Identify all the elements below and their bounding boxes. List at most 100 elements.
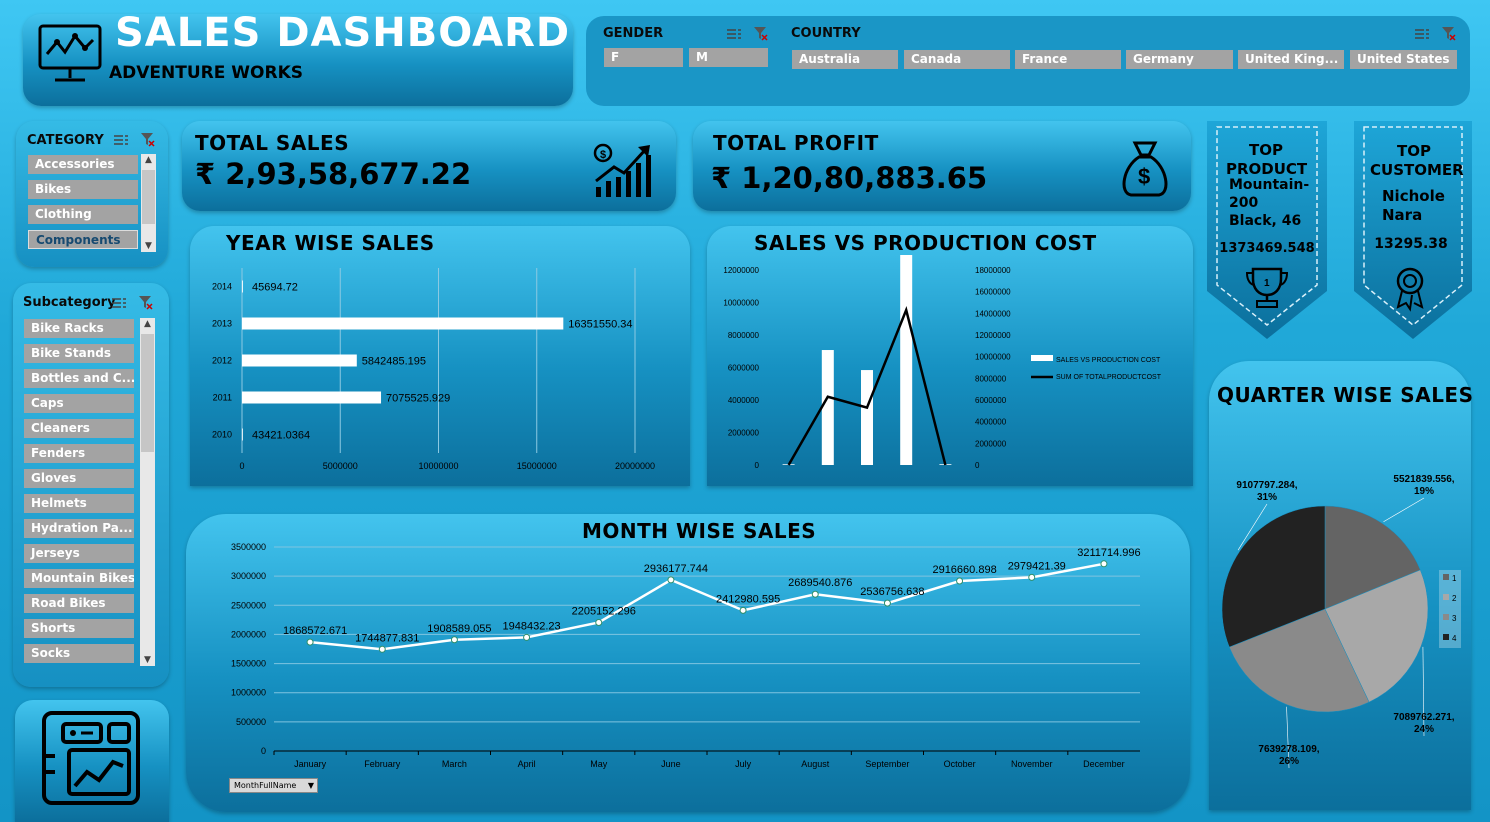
category-item-bikes[interactable]: Bikes: [28, 180, 138, 199]
subcategory-item[interactable]: Hydration Pa...: [24, 519, 134, 538]
country-chip-germany[interactable]: Germany: [1126, 50, 1233, 69]
subcategory-scrollbar[interactable]: ▲ ▼: [140, 318, 155, 666]
month-point: [883, 599, 891, 607]
subcategory-item[interactable]: Bike Stands: [24, 344, 134, 363]
y-left-tick-label: 4000000: [728, 396, 760, 405]
country-chip-united-kingdom[interactable]: United King...: [1238, 50, 1344, 69]
legend-swatch: [1443, 594, 1449, 600]
y-tick-label: 3500000: [231, 542, 266, 552]
category-slicer: CATEGORY Accessories Bikes Clothing Comp…: [16, 121, 168, 267]
y-tick-label: 2011: [213, 393, 232, 403]
country-chip-australia[interactable]: Australia: [792, 50, 898, 69]
country-chip-united-states[interactable]: United States: [1350, 50, 1457, 69]
x-tick-label: September: [865, 759, 909, 769]
quarter-sales-pie: 5521839.556,19% 7089762.271,24% 7639278.10…: [1221, 474, 1461, 769]
x-tick-label: February: [364, 759, 401, 769]
y-right-tick-label: 4000000: [975, 418, 1007, 427]
clear-filter-icon[interactable]: [754, 27, 768, 41]
scroll-down-icon[interactable]: ▼: [141, 241, 156, 251]
gender-chip-f[interactable]: F: [604, 48, 683, 67]
total-profit-card: TOTAL PROFIT ₹ 1,20,80,883.65 $: [693, 121, 1191, 211]
legend-swatch: [1443, 634, 1449, 640]
slice-label: 7089762.271,: [1393, 712, 1454, 723]
subcategory-item[interactable]: Road Bikes: [24, 594, 134, 613]
scroll-thumb[interactable]: [142, 170, 155, 224]
y-right-tick-label: 10000000: [975, 353, 1011, 362]
y-tick-label: 2010: [212, 430, 232, 440]
y-left-tick-label: 6000000: [728, 364, 760, 373]
y-tick-label: 2000000: [231, 629, 266, 639]
x-tick-label: 5000000: [323, 461, 358, 471]
data-label: 2536756.638: [860, 586, 924, 598]
y-left-tick-label: 12000000: [723, 266, 759, 275]
data-label: 7075525.929: [386, 393, 450, 405]
subcategory-item[interactable]: Cleaners: [24, 419, 134, 438]
y-right-tick-label: 2000000: [975, 439, 1007, 448]
y-left-tick-label: 0: [755, 461, 760, 470]
category-scrollbar[interactable]: ▲ ▼: [141, 154, 156, 252]
slice-label: 19%: [1414, 486, 1434, 497]
multiselect-icon[interactable]: [727, 28, 741, 40]
svg-text:$: $: [600, 149, 606, 161]
country-chip-france[interactable]: France: [1015, 50, 1121, 69]
data-label: 3211714.996: [1077, 547, 1140, 559]
dropdown-arrow-icon[interactable]: ▼: [308, 779, 314, 792]
y-right-tick-label: 8000000: [975, 374, 1007, 383]
clear-filter-icon[interactable]: [1442, 27, 1456, 41]
x-tick-label: August: [801, 759, 830, 769]
subcategory-item[interactable]: Jerseys: [24, 544, 134, 563]
subcategory-item[interactable]: Mountain Bikes: [24, 569, 134, 588]
country-chip-canada[interactable]: Canada: [904, 50, 1010, 69]
top-product-title: TOP PRODUCT: [1226, 141, 1308, 178]
clear-filter-icon[interactable]: [139, 296, 153, 310]
x-tick-label: April: [518, 759, 536, 769]
subcategory-item[interactable]: Caps: [24, 394, 134, 413]
month-point: [1100, 560, 1108, 568]
slice-label: 24%: [1414, 724, 1434, 735]
month-point: [667, 576, 675, 584]
subcategory-item[interactable]: Socks: [24, 644, 134, 663]
month-point: [306, 638, 314, 646]
data-label: 16351550.34: [568, 319, 632, 331]
subcategory-item[interactable]: Fenders: [24, 444, 134, 463]
data-label: 2412980.595: [716, 593, 780, 605]
category-item-components[interactable]: Components: [28, 230, 138, 249]
leader-line: [1383, 497, 1425, 523]
category-item-accessories[interactable]: Accessories: [28, 155, 138, 174]
month-filter-dropdown[interactable]: MonthFullName ▼: [229, 778, 318, 793]
subcategory-item[interactable]: Helmets: [24, 494, 134, 513]
quarter-sales-title: QUARTER WISE SALES: [1217, 383, 1474, 407]
top-customer-value: 13295.38: [1374, 236, 1448, 252]
dashboard-title: SALES DASHBOARD: [115, 10, 571, 56]
svg-text:1: 1: [1264, 278, 1270, 289]
legend-label: 3: [1452, 614, 1457, 623]
multiselect-icon[interactable]: [112, 297, 126, 309]
gender-chip-m[interactable]: M: [689, 48, 768, 67]
subcategory-item[interactable]: Gloves: [24, 469, 134, 488]
clear-filter-icon[interactable]: [141, 133, 155, 147]
y-tick-label: 1000000: [231, 688, 266, 698]
subcategory-item[interactable]: Bottles and C...: [24, 369, 134, 388]
subcategory-slicer-title: Subcategory: [23, 295, 116, 310]
total-profit-value: ₹ 1,20,80,883.65: [711, 161, 988, 195]
data-label: 5842485.195: [362, 356, 426, 368]
scroll-thumb[interactable]: [141, 334, 154, 452]
y-right-tick-label: 14000000: [975, 309, 1011, 318]
cost-bar: [821, 350, 834, 465]
scroll-up-icon[interactable]: ▲: [141, 155, 156, 165]
multiselect-icon[interactable]: [1415, 28, 1429, 40]
scroll-down-icon[interactable]: ▼: [140, 655, 155, 665]
growth-chart-icon: $: [593, 143, 651, 197]
slice-label: 31%: [1257, 492, 1277, 503]
multiselect-icon[interactable]: [114, 134, 128, 146]
year-sales-title: YEAR WISE SALES: [226, 231, 435, 255]
year-bar: [242, 428, 243, 441]
total-sales-card: TOTAL SALES ₹ 2,93,58,677.22 $: [182, 121, 676, 211]
scroll-up-icon[interactable]: ▲: [140, 319, 155, 329]
subcategory-item[interactable]: Bike Racks: [24, 319, 134, 338]
category-item-clothing[interactable]: Clothing: [28, 205, 138, 224]
data-label: 1744877.831: [355, 632, 419, 644]
subcategory-item[interactable]: Shorts: [24, 619, 134, 638]
data-label: 43421.0364: [252, 430, 310, 442]
data-label: 2936177.744: [644, 563, 708, 575]
